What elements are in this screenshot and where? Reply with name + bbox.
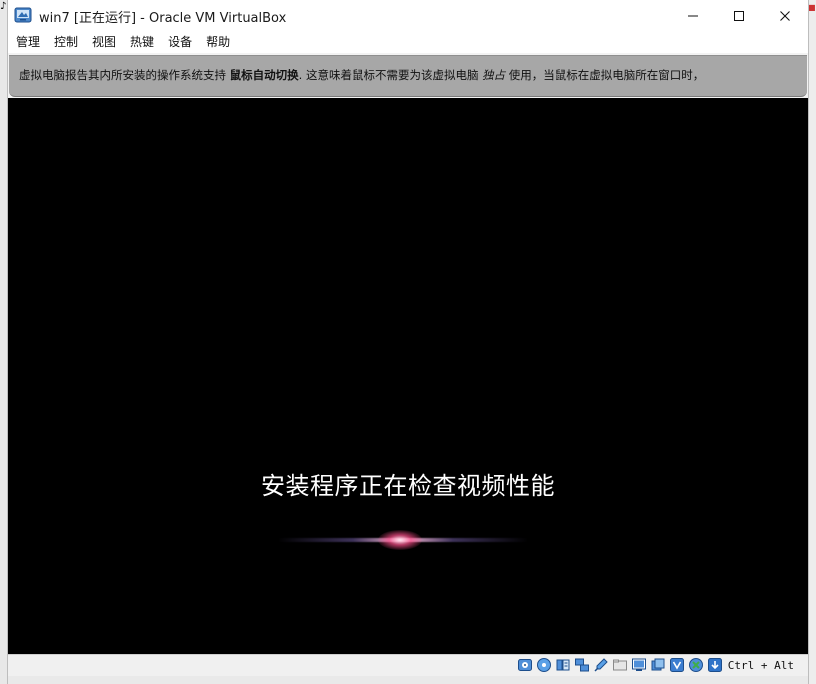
- minimize-button[interactable]: [670, 0, 716, 31]
- virtualization-icon[interactable]: [669, 657, 685, 673]
- mouse-integration-notice: 虚拟电脑报告其内所安装的操作系统支持 鼠标自动切换. 这意味着鼠标不需要为该虚拟…: [9, 55, 807, 97]
- minimize-icon: [688, 15, 698, 16]
- maximize-button[interactable]: [716, 0, 762, 31]
- mouse-integration-icon[interactable]: [688, 657, 704, 673]
- window-bottom-edge: [8, 676, 808, 684]
- title-bar[interactable]: win7 [正在运行] - Oracle VM VirtualBox: [8, 0, 808, 31]
- audio-icon[interactable]: [555, 657, 571, 673]
- status-bar: Ctrl + Alt: [8, 654, 808, 677]
- menu-view[interactable]: 视图: [86, 31, 122, 53]
- menu-devices[interactable]: 设备: [162, 31, 198, 53]
- close-icon: [780, 10, 790, 21]
- menu-machine[interactable]: 管理: [10, 31, 46, 53]
- notice-text: 虚拟电脑报告其内所安装的操作系统支持 鼠标自动切换. 这意味着鼠标不需要为该虚拟…: [19, 67, 704, 83]
- menu-bar: 管理 控制 视图 热键 设备 帮助: [8, 31, 808, 53]
- virtualbox-vm-window: win7 [正在运行] - Oracle VM VirtualBox 管理 控制…: [8, 0, 808, 684]
- setup-status-message: 安装程序正在检查视频性能: [261, 472, 555, 500]
- vm-display[interactable]: 安装程序正在检查视频性能: [8, 98, 808, 654]
- desktop-background-right: ■: [808, 0, 816, 684]
- network-icon[interactable]: [574, 657, 590, 673]
- hard-disk-icon[interactable]: [517, 657, 533, 673]
- notice-text-bold: 鼠标自动切换: [229, 68, 299, 82]
- desktop-badge-icon: ■: [808, 3, 816, 12]
- virtualbox-icon: [14, 6, 32, 24]
- usb-icon[interactable]: [593, 657, 609, 673]
- menu-hotkey[interactable]: 热键: [124, 31, 160, 53]
- window-title: win7 [正在运行] - Oracle VM VirtualBox: [39, 11, 287, 26]
- notice-text-part3: 使用，当鼠标在虚拟电脑所在窗口时，: [508, 68, 705, 82]
- close-button[interactable]: [762, 0, 808, 31]
- notice-text-part1: 虚拟电脑报告其内所安装的操作系统支持: [19, 68, 226, 82]
- video-capture-icon[interactable]: [650, 657, 666, 673]
- desktop-app-icon: ♪: [0, 1, 7, 12]
- shared-folders-icon[interactable]: [612, 657, 628, 673]
- menu-control[interactable]: 控制: [48, 31, 84, 53]
- display-icon[interactable]: [631, 657, 647, 673]
- menu-help[interactable]: 帮助: [200, 31, 236, 53]
- host-key-label: Ctrl + Alt: [727, 658, 794, 672]
- optical-drive-icon[interactable]: [536, 657, 552, 673]
- keyboard-capture-icon[interactable]: [707, 657, 723, 673]
- maximize-icon: [734, 10, 744, 21]
- progress-glow-core: [378, 530, 422, 550]
- device-tray: Ctrl + Alt: [517, 657, 794, 673]
- notice-text-italic: 独占: [482, 68, 506, 82]
- notice-text-part2: . 这意味着鼠标不需要为该虚拟电脑: [298, 68, 479, 82]
